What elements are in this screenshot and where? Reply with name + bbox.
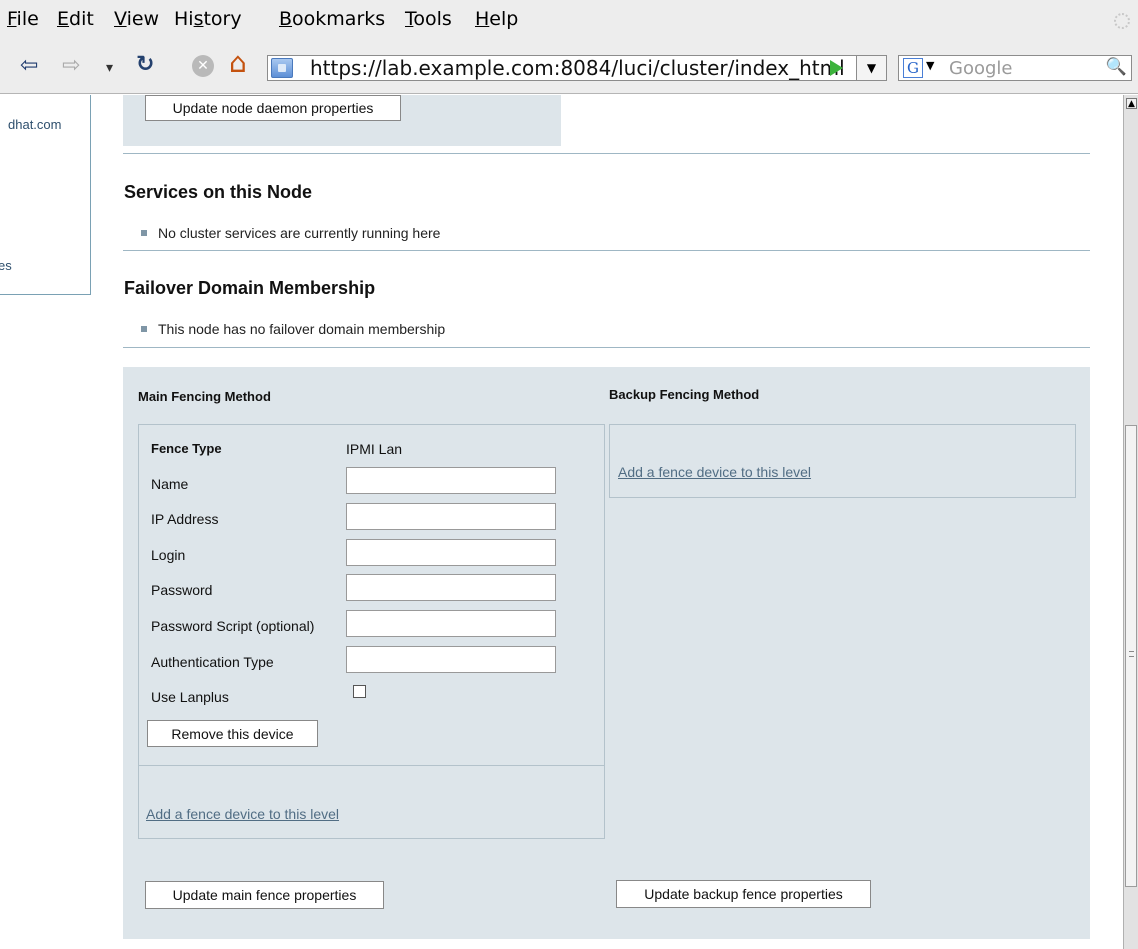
home-icon[interactable]: ⌂	[229, 49, 247, 77]
history-dropdown-icon[interactable]: ▾	[106, 56, 113, 80]
password-label: Password	[151, 582, 213, 598]
throbber-icon	[1114, 13, 1130, 29]
forward-icon[interactable]: ⇨	[62, 54, 80, 78]
fencing-panel: Main Fencing Method Backup Fencing Metho…	[123, 367, 1090, 939]
site-favicon-icon	[271, 58, 293, 78]
menu-help[interactable]: Help	[475, 8, 518, 30]
url-bar[interactable]: https://lab.example.com:8084/luci/cluste…	[267, 55, 887, 81]
fence-type-value: IPMI Lan	[346, 441, 403, 457]
login-label: Login	[151, 547, 186, 563]
navigation-toolbar: ⇦ ⇨ ▾ ↻ ✕ ⌂ https://lab.example.com:8084…	[0, 38, 1138, 94]
menu-bookmarks[interactable]: Bookmarks	[279, 8, 385, 30]
update-daemon-button[interactable]: Update node daemon properties	[145, 95, 401, 121]
page-viewport: dhat.com es Update node daemon propertie…	[0, 95, 1123, 949]
go-arrow-icon[interactable]	[830, 60, 843, 76]
search-placeholder[interactable]: Google	[949, 58, 1012, 79]
divider	[139, 765, 604, 766]
ip-address-label: IP Address	[151, 511, 219, 527]
scroll-up-icon[interactable]: ▲	[1126, 98, 1137, 109]
search-bar[interactable]: G ▼ Google 🔍	[898, 55, 1132, 81]
name-input[interactable]	[346, 467, 556, 494]
scroll-grip-icon	[1129, 651, 1134, 657]
services-list-item: No cluster services are currently runnin…	[141, 225, 440, 241]
main-fence-device-box: Fence Type IPMI Lan Name IP Address Logi…	[138, 424, 605, 839]
menu-tools[interactable]: Tools	[405, 8, 452, 30]
menu-view[interactable]: View	[114, 8, 159, 30]
url-dropdown-icon[interactable]: ▼	[856, 56, 886, 80]
left-navigation-panel: dhat.com es	[0, 95, 91, 295]
authentication-type-label: Authentication Type	[151, 654, 274, 670]
menu-edit[interactable]: Edit	[57, 8, 94, 30]
services-heading: Services on this Node	[124, 182, 313, 202]
url-text[interactable]: https://lab.example.com:8084/luci/cluste…	[310, 56, 845, 81]
leftnav-item-partial[interactable]: es	[0, 258, 12, 273]
update-main-fence-button[interactable]: Update main fence properties	[145, 881, 384, 909]
backup-fencing-title: Backup Fencing Method	[609, 387, 760, 402]
use-lanplus-label: Use Lanplus	[151, 689, 229, 705]
use-lanplus-checkbox[interactable]	[353, 685, 366, 698]
password-script-input[interactable]	[346, 610, 556, 637]
fence-type-label: Fence Type	[151, 441, 222, 456]
divider	[123, 153, 1090, 154]
reload-icon[interactable]: ↻	[136, 53, 154, 77]
failover-list-item: This node has no failover domain members…	[141, 321, 445, 337]
password-script-label: Password Script (optional)	[151, 618, 315, 634]
divider	[123, 250, 1090, 251]
vertical-scrollbar[interactable]: ▲	[1123, 95, 1138, 949]
remove-device-button[interactable]: Remove this device	[147, 720, 318, 747]
name-label: Name	[151, 476, 189, 492]
authentication-type-input[interactable]	[346, 646, 556, 673]
search-icon[interactable]: 🔍	[1106, 57, 1127, 77]
main-fencing-title: Main Fencing Method	[138, 389, 271, 404]
menu-file[interactable]: File	[7, 8, 39, 30]
add-fence-device-backup-link[interactable]: Add a fence device to this level	[618, 464, 811, 480]
ip-address-input[interactable]	[346, 503, 556, 530]
leftnav-item-host[interactable]: dhat.com	[8, 117, 61, 132]
bullet-icon	[141, 230, 147, 236]
login-input[interactable]	[346, 539, 556, 566]
update-backup-fence-button[interactable]: Update backup fence properties	[616, 880, 871, 908]
scrollbar-thumb[interactable]	[1125, 425, 1137, 887]
menu-history[interactable]: History	[174, 8, 242, 30]
password-input[interactable]	[346, 574, 556, 601]
add-fence-device-main-link[interactable]: Add a fence device to this level	[146, 806, 339, 822]
backup-fence-device-box: Add a fence device to this level	[609, 424, 1076, 498]
engine-dropdown-icon[interactable]: ▼	[926, 59, 934, 72]
google-engine-icon[interactable]: G	[903, 58, 923, 78]
back-icon[interactable]: ⇦	[20, 54, 38, 78]
failover-heading: Failover Domain Membership	[124, 278, 376, 298]
stop-icon[interactable]: ✕	[192, 55, 214, 77]
daemon-properties-box: Update node daemon properties	[123, 95, 561, 146]
divider	[123, 347, 1090, 348]
bullet-icon	[141, 326, 147, 332]
menu-bar: File Edit View History Bookmarks Tools H…	[0, 0, 1138, 38]
